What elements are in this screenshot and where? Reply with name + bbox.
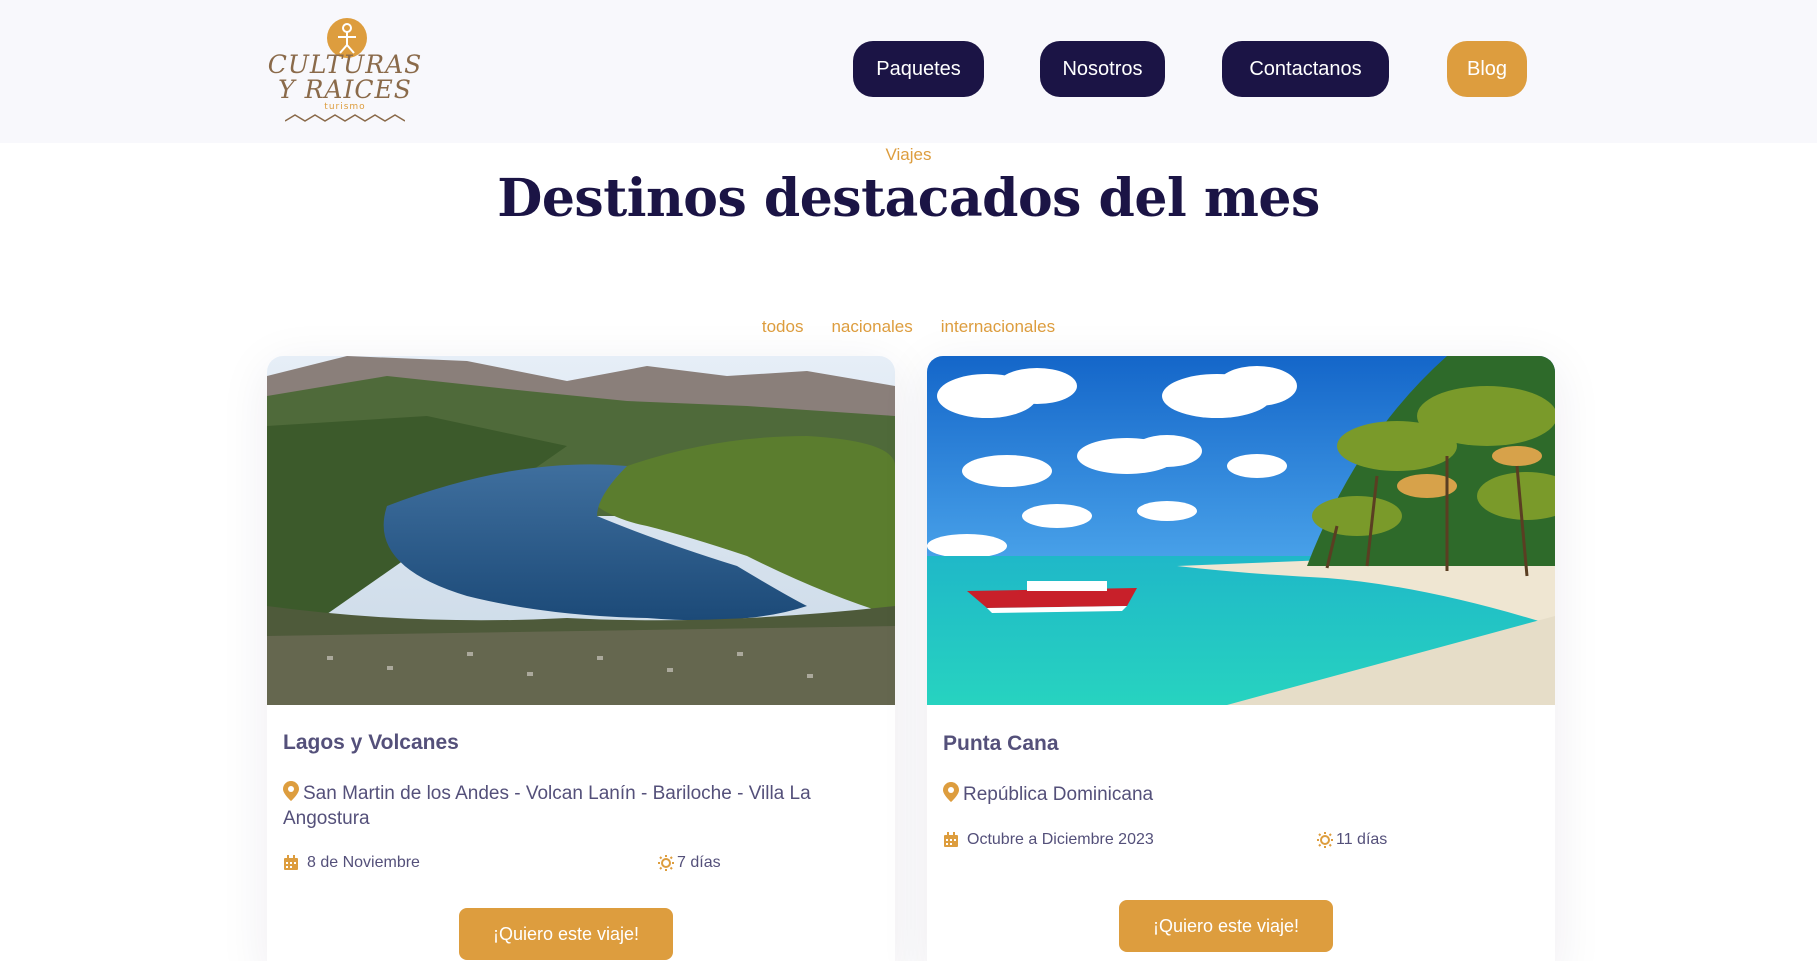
filter-nacionales[interactable]: nacionales — [831, 317, 912, 337]
card-date: Octubre a Diciembre 2023 — [943, 831, 1154, 849]
lake-valley-image — [267, 356, 895, 705]
destination-card[interactable]: Lagos y Volcanes San Martin de los Andes… — [267, 356, 895, 961]
quiero-viaje-button[interactable]: ¡Quiero este viaje! — [1119, 900, 1333, 952]
card-duration-text: 11 días — [1336, 831, 1388, 848]
sun-icon — [1317, 832, 1333, 848]
card-location-text: San Martin de los Andes - Volcan Lanín -… — [283, 783, 811, 829]
calendar-icon — [944, 832, 958, 847]
section-eyebrow: Viajes — [885, 145, 932, 164]
filter-todos[interactable]: todos — [762, 317, 804, 337]
map-pin-icon — [283, 781, 299, 801]
quiero-viaje-button[interactable]: ¡Quiero este viaje! — [459, 908, 673, 960]
nav-blog-button[interactable]: Blog — [1447, 41, 1527, 97]
card-duration: 11 días — [1317, 831, 1387, 849]
card-duration-text: 7 días — [677, 854, 721, 871]
card-date-text: 8 de Noviembre — [307, 854, 420, 871]
filter-tabs: todos nacionales internacionales — [0, 317, 1817, 337]
nav-nosotros-button[interactable]: Nosotros — [1040, 41, 1165, 97]
card-title: Lagos y Volcanes — [283, 731, 459, 754]
filter-internacionales[interactable]: internacionales — [941, 317, 1055, 337]
card-duration: 7 días — [658, 854, 721, 872]
section-title: Destinos destacados del mes — [497, 168, 1320, 229]
brand-logo[interactable]: CULTURAS Y RAICES turismo — [265, 18, 425, 123]
tropical-beach-image — [927, 356, 1555, 705]
brand-subtitle: turismo — [324, 102, 366, 112]
card-title: Punta Cana — [943, 732, 1059, 755]
card-location: República Dominicana — [943, 782, 1533, 807]
card-location: San Martin de los Andes - Volcan Lanín -… — [283, 781, 873, 831]
sun-icon — [658, 855, 674, 871]
nav-contactanos-button[interactable]: Contactanos — [1222, 41, 1389, 97]
card-date: 8 de Noviembre — [283, 854, 420, 872]
card-date-text: Octubre a Diciembre 2023 — [967, 831, 1154, 848]
card-location-text: República Dominicana — [963, 784, 1154, 805]
brand-name: CULTURAS Y RAICES — [265, 52, 425, 102]
calendar-icon — [284, 855, 298, 870]
wave-icon — [285, 114, 405, 122]
site-header: CULTURAS Y RAICES turismo Paquetes Nosot… — [0, 0, 1817, 143]
nav-paquetes-button[interactable]: Paquetes — [853, 41, 984, 97]
brand-line-2: Y RAICES — [278, 75, 412, 104]
destination-card[interactable]: Punta Cana República Dominicana Octubre … — [927, 356, 1555, 961]
map-pin-icon — [943, 782, 959, 802]
